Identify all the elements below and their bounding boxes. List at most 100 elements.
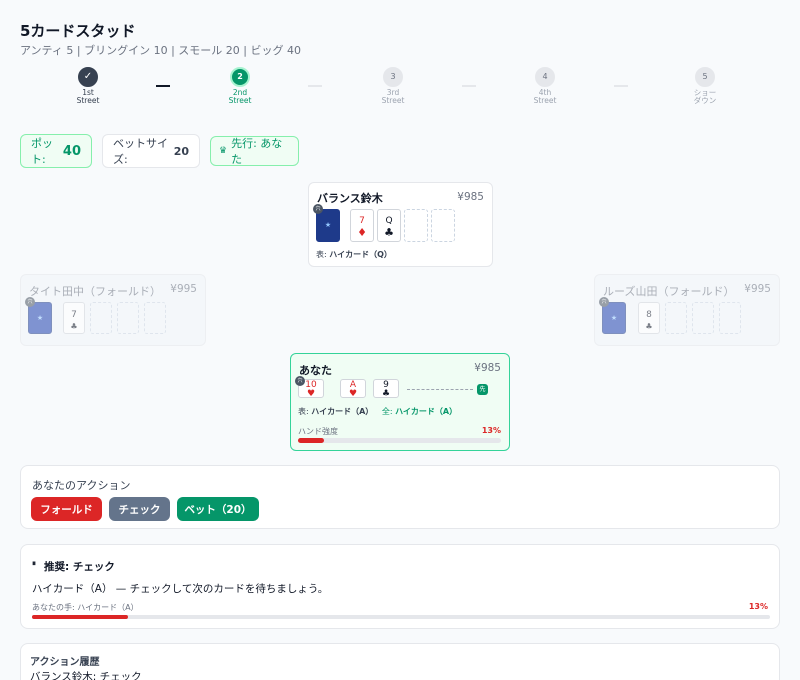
empty-card-slot [431, 209, 455, 242]
empty-card-slot [719, 302, 741, 334]
pot-value: 40 [62, 143, 81, 159]
hole-card-badge: 穴 [599, 297, 609, 307]
player-chips: ¥985 [457, 191, 484, 203]
up-card: 8 ♣ [638, 302, 660, 334]
your-player-box: あなた ¥985 穴 10 ♥ A ♥ 9 ♣ 先 表: ハイカード（A） 全:… [290, 353, 510, 451]
bet-size-chip: ベットサイズ: 20 [102, 134, 200, 168]
card-rank: 8 [646, 310, 652, 320]
card-slot-divider [407, 389, 473, 390]
diamond-suit-icon: ♦ [357, 226, 367, 239]
desc-value: ハイカード（Q） [329, 250, 392, 259]
club-suit-icon: ♣ [70, 322, 78, 331]
heart-suit-icon: ♥ [306, 389, 316, 399]
desc-all-value: ハイカード（A） [395, 407, 458, 416]
recommendation-strength-bar [32, 615, 770, 619]
empty-card-slot [665, 302, 687, 334]
upcard-hand-desc: 表: ハイカード（Q） [316, 249, 392, 260]
empty-card-slot [117, 302, 139, 334]
card-rank: 7 [71, 310, 77, 320]
action-panel-title: あなたのアクション [32, 479, 131, 492]
step-number: 4 [535, 67, 555, 87]
game-rules-subtitle: アンティ 5 | ブリングイン 10 | スモール 20 | ビッグ 40 [20, 44, 301, 57]
pause-icon: ⏸ [32, 559, 36, 568]
bet-size-label: ベットサイズ: [113, 137, 168, 166]
step-showdown: 5 ショー ダウン [665, 67, 745, 105]
step-line2: Street [76, 96, 100, 105]
card-back-icon: ★ [602, 302, 626, 334]
action-history-title: アクション履歴 [30, 657, 100, 668]
crown-icon: ♛ [219, 146, 228, 156]
step-4th-street: 4 4th Street [505, 67, 585, 105]
card-rank: Q [385, 216, 393, 226]
hand-strength-fill [298, 438, 325, 443]
card-back-icon: ★ [316, 209, 340, 242]
player-chips: ¥995 [170, 283, 197, 295]
step-connector [308, 85, 322, 87]
card-back-icon: ★ [28, 302, 52, 334]
recommendation-hand-percent: 13% [748, 602, 768, 611]
up-card: 7 ♦ [350, 209, 374, 242]
club-suit-icon: ♣ [381, 389, 391, 399]
step-line2: Street [381, 96, 405, 105]
step-2nd-street: 2 2nd Street [200, 67, 280, 105]
action-history-entry: バランス鈴木: チェック [30, 671, 142, 680]
step-1st-street: ✓ 1st Street [48, 67, 128, 105]
fold-button[interactable]: フォールド [31, 497, 102, 521]
club-suit-icon: ♣ [384, 226, 394, 239]
empty-card-slot [90, 302, 112, 334]
step-connector [462, 85, 476, 87]
action-panel: あなたのアクション フォールド チェック ベット（20） [20, 465, 780, 529]
up-card: 7 ♣ [63, 302, 85, 334]
hole-card-badge: 穴 [295, 376, 305, 386]
heart-suit-icon: ♥ [348, 389, 358, 399]
step-line2: ダウン [693, 96, 717, 105]
empty-card-slot [692, 302, 714, 334]
player-name: バランス鈴木 [317, 192, 383, 205]
first-to-act-badge: 先 [477, 384, 488, 395]
opponent-box-left: タイト田中（フォールド） ¥995 穴 ★ 7 ♣ [20, 274, 206, 346]
up-card: A ♥ [340, 379, 366, 399]
up-card: 9 ♣ [373, 379, 399, 399]
empty-card-slot [404, 209, 428, 242]
first-to-act-chip: ♛ 先行: あなた [210, 136, 299, 166]
pot-label: ポット: [31, 137, 53, 166]
recommendation-strength-fill [32, 615, 128, 619]
pot-chip: ポット: 40 [20, 134, 92, 168]
club-suit-icon: ♣ [645, 322, 653, 331]
hand-strength-label: ハンド強度 [298, 427, 338, 436]
step-number: 2 [230, 67, 250, 87]
player-name: あなた [299, 364, 332, 377]
desc-label: 表: [316, 250, 327, 259]
hole-card-badge: 穴 [313, 204, 323, 214]
card-rank: 7 [359, 216, 365, 226]
step-connector [156, 85, 170, 87]
step-number: 3 [383, 67, 403, 87]
player-name: ルーズ山田（フォールド） [603, 285, 735, 298]
hole-card-badge: 穴 [25, 297, 35, 307]
bet-button[interactable]: ベット（20） [177, 497, 259, 521]
bet-size-value: 20 [173, 144, 189, 158]
step-connector [614, 85, 628, 87]
hand-strength-bar [298, 438, 501, 443]
check-icon: ✓ [78, 67, 98, 87]
step-line2: Street [533, 96, 557, 105]
recommendation-text: ハイカード（A） — チェックして次のカードを待ちましょう。 [32, 583, 329, 595]
page-title: 5カードスタッド [20, 22, 136, 40]
desc-all-label: 全: [381, 407, 393, 416]
recommendation-panel: ⏸ 推奨: チェック ハイカード（A） — チェックして次のカードを待ちましょう… [20, 544, 780, 629]
up-card: Q ♣ [377, 209, 401, 242]
action-history-panel: アクション履歴 バランス鈴木: チェック [20, 643, 780, 680]
first-to-act-text: 先行: あなた [231, 137, 283, 166]
step-3rd-street: 3 3rd Street [353, 67, 433, 105]
desc-up-label: 表: [298, 407, 309, 416]
player-name: タイト田中（フォールド） [29, 285, 161, 298]
recommendation-title: 推奨: チェック [44, 561, 115, 573]
recommendation-hand-label: あなたの手: ハイカード（A） [32, 603, 139, 612]
player-chips: ¥985 [474, 362, 501, 374]
step-line2: Street [228, 96, 252, 105]
hand-desc: 表: ハイカード（A） 全: ハイカード（A） [298, 406, 457, 417]
player-chips: ¥995 [744, 283, 771, 295]
opponent-box-top: バランス鈴木 ¥985 穴 ★ 7 ♦ Q ♣ 表: ハイカード（Q） [308, 182, 493, 267]
check-button[interactable]: チェック [109, 497, 170, 521]
step-number: 5 [695, 67, 715, 87]
